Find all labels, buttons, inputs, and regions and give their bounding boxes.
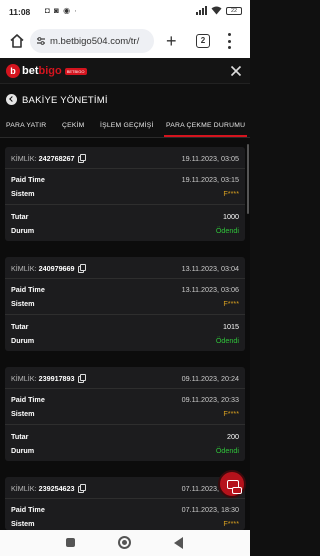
live-chat-button[interactable] xyxy=(218,470,246,498)
transaction-id-label: KİMLİK: 239254623 xyxy=(11,484,86,493)
tab-switcher-button[interactable]: 2 xyxy=(196,34,210,48)
url-text[interactable]: m.betbigo504.com/tr/ xyxy=(50,36,139,47)
status-label: Durum xyxy=(11,446,35,455)
transaction-date: 13.11.2023, 03:04 xyxy=(181,264,239,273)
tab-bar: PARA YATIR ÇEKİM İŞLEM GEÇMİŞİ PARA ÇEKM… xyxy=(0,114,250,138)
transaction-card: KİMLİK: 242768267 19.11.2023, 03:05 Paid… xyxy=(5,147,245,241)
transaction-id: 239254623 xyxy=(38,484,75,493)
copy-icon[interactable] xyxy=(77,154,86,163)
system-nav-bar xyxy=(0,530,250,556)
betbigo-logo[interactable]: b bet bigo BETBIGO xyxy=(6,64,87,78)
amount-value: 200 xyxy=(227,432,239,441)
app-header: b bet bigo BETBIGO xyxy=(0,58,250,84)
transaction-id-label: KİMLİK: 239917893 xyxy=(11,374,86,383)
tab-cekim[interactable]: ÇEKİM xyxy=(62,122,85,129)
recents-icon[interactable] xyxy=(66,538,75,547)
address-bar[interactable]: m.betbigo504.com/tr/ xyxy=(30,29,154,53)
notification-icons: ◘ ◙ ◉ ∙ xyxy=(45,6,78,15)
paid-time-label: Paid Time xyxy=(11,175,45,184)
status-value: Ödendi xyxy=(215,446,239,455)
copy-icon[interactable] xyxy=(77,484,86,493)
status-value: Ödendi xyxy=(215,336,239,345)
battery-icon: 22 xyxy=(226,6,242,15)
tab-islem-gecmisi[interactable]: İŞLEM GEÇMİŞİ xyxy=(100,122,154,129)
status-value: Ödendi xyxy=(215,226,239,235)
paid-time-label: Paid Time xyxy=(11,505,45,514)
system-value: F**** xyxy=(223,299,239,308)
transaction-id: 239917893 xyxy=(38,374,75,383)
amount-label: Tutar xyxy=(11,432,29,441)
scrollbar[interactable] xyxy=(247,144,249,214)
paid-time-label: Paid Time xyxy=(11,395,45,404)
paid-time-value: 13.11.2023, 03:06 xyxy=(181,285,239,294)
system-label: Sistem xyxy=(11,519,35,528)
paid-time-value: 19.11.2023, 03:15 xyxy=(181,175,239,184)
back-icon[interactable] xyxy=(6,94,17,105)
home-icon[interactable] xyxy=(9,33,25,49)
amount-label: Tutar xyxy=(11,212,29,221)
system-label: Sistem xyxy=(11,189,35,198)
withdrawal-list[interactable]: KİMLİK: 242768267 19.11.2023, 03:05 Paid… xyxy=(0,138,250,556)
transaction-card: KİMLİK: 239254623 07.11.2023, 18:22 Paid… xyxy=(5,477,245,530)
transaction-card: KİMLİK: 239917893 09.11.2023, 20:24 Paid… xyxy=(5,367,245,461)
home-button-icon[interactable] xyxy=(118,536,131,549)
status-label: Durum xyxy=(11,226,35,235)
status-time: 11:08 xyxy=(9,7,31,17)
tab-para-cekme-durumu[interactable]: PARA ÇEKME DURUMU xyxy=(163,122,248,137)
paid-time-value: 09.11.2023, 20:33 xyxy=(181,395,239,404)
back-arrow-icon[interactable] xyxy=(174,537,183,549)
amount-value: 1015 xyxy=(223,322,239,331)
tab-para-yatir[interactable]: PARA YATIR xyxy=(6,122,46,129)
status-label: Durum xyxy=(11,336,35,345)
amount-label: Tutar xyxy=(11,322,29,331)
system-value: F**** xyxy=(223,409,239,418)
system-value: F**** xyxy=(223,519,239,528)
close-icon[interactable] xyxy=(230,65,242,77)
site-settings-icon[interactable] xyxy=(36,36,46,46)
status-bar: 11:08 ◘ ◙ ◉ ∙ 22 xyxy=(0,0,250,24)
page-title: BAKİYE YÖNETİMİ xyxy=(22,95,108,106)
system-label: Sistem xyxy=(11,299,35,308)
browser-toolbar: m.betbigo504.com/tr/ + 2 xyxy=(0,24,250,58)
copy-icon[interactable] xyxy=(77,374,86,383)
amount-value: 1000 xyxy=(223,212,239,221)
system-label: Sistem xyxy=(11,409,35,418)
signal-icon xyxy=(196,6,207,15)
section-header: BAKİYE YÖNETİMİ xyxy=(0,84,250,114)
transaction-card: KİMLİK: 240979669 13.11.2023, 03:04 Paid… xyxy=(5,257,245,351)
new-tab-icon[interactable]: + xyxy=(166,32,177,50)
copy-icon[interactable] xyxy=(77,264,86,273)
transaction-date: 09.11.2023, 20:24 xyxy=(181,374,239,383)
paid-time-value: 07.11.2023, 18:30 xyxy=(181,505,239,514)
paid-time-label: Paid Time xyxy=(11,285,45,294)
transaction-id-label: KİMLİK: 242768267 xyxy=(11,154,86,163)
transaction-date: 19.11.2023, 03:05 xyxy=(181,154,239,163)
transaction-id: 240979669 xyxy=(38,264,75,273)
browser-menu-icon[interactable] xyxy=(228,33,232,49)
system-value: F**** xyxy=(223,189,239,198)
transaction-id: 242768267 xyxy=(38,154,75,163)
transaction-id-label: KİMLİK: 240979669 xyxy=(11,264,86,273)
wifi-icon xyxy=(211,6,222,15)
chat-icon xyxy=(227,480,242,494)
